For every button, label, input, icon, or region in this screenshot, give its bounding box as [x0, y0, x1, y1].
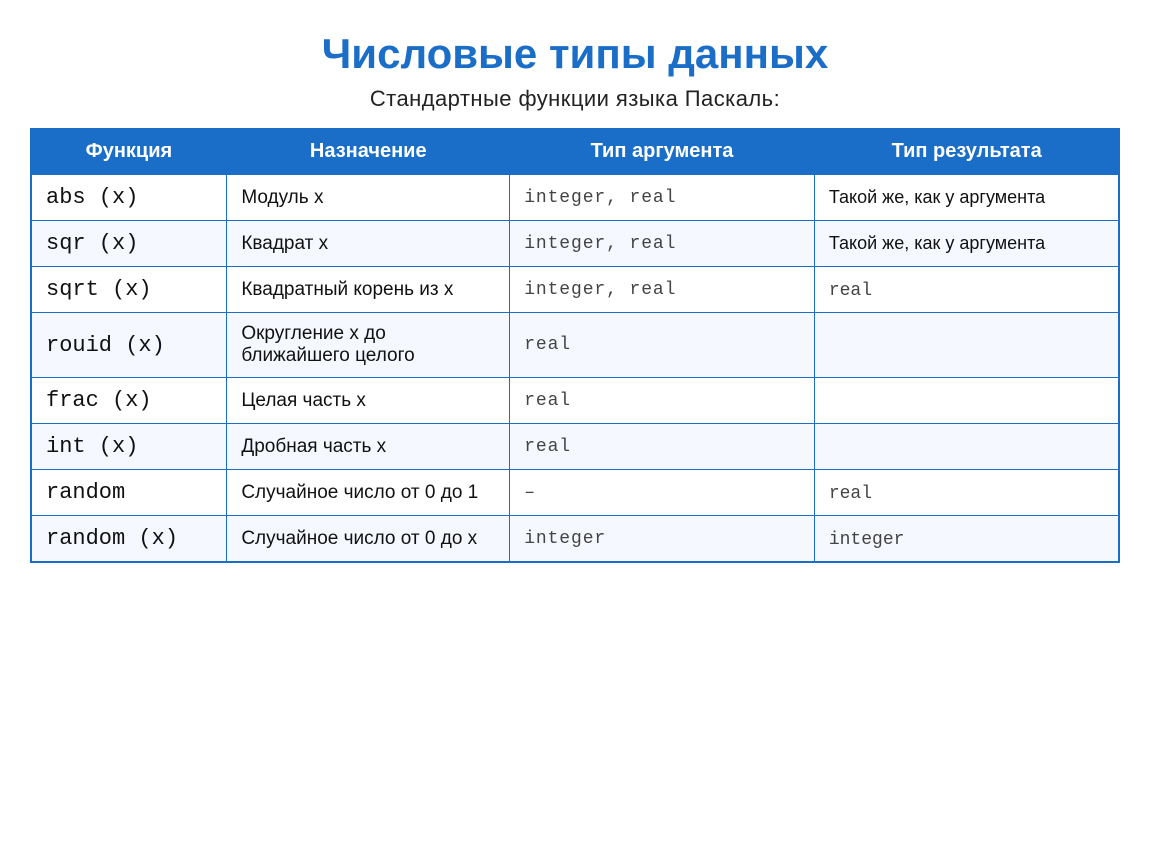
header-func: Функция — [31, 129, 227, 174]
cell-arg-type: real — [510, 313, 815, 378]
cell-func: random (x) — [31, 516, 227, 563]
cell-desc: Случайное число от 0 до 1 — [227, 470, 510, 516]
cell-res-type: Такой же, как у аргумента — [814, 221, 1119, 267]
header-desc: Назначение — [227, 129, 510, 174]
header-arg-type: Тип аргумента — [510, 129, 815, 174]
cell-arg-type: integer, real — [510, 221, 815, 267]
cell-arg-type: integer, real — [510, 267, 815, 313]
cell-res-type — [814, 424, 1119, 470]
cell-desc: Округление x до ближайшего целого — [227, 313, 510, 378]
page-title: Числовые типы данных — [30, 30, 1120, 78]
cell-res-type: integer — [814, 516, 1119, 563]
cell-func: rouid (x) — [31, 313, 227, 378]
table-row: abs (x)Модуль xinteger, realТакой же, ка… — [31, 174, 1119, 221]
cell-arg-type: real — [510, 424, 815, 470]
cell-arg-type: integer, real — [510, 174, 815, 221]
cell-func: sqrt (x) — [31, 267, 227, 313]
table-row: randomСлучайное число от 0 до 1–real — [31, 470, 1119, 516]
cell-func: random — [31, 470, 227, 516]
cell-arg-type: integer — [510, 516, 815, 563]
cell-res-type: Такой же, как у аргумента — [814, 174, 1119, 221]
cell-func: frac (x) — [31, 378, 227, 424]
cell-desc: Случайное число от 0 до x — [227, 516, 510, 563]
table-row: rouid (x)Округление x до ближайшего цело… — [31, 313, 1119, 378]
cell-res-type: real — [814, 470, 1119, 516]
cell-desc: Квадрат x — [227, 221, 510, 267]
cell-func: int (x) — [31, 424, 227, 470]
table-row: random (x)Случайное число от 0 до xinteg… — [31, 516, 1119, 563]
cell-desc: Модуль x — [227, 174, 510, 221]
table-row: int (x)Дробная часть xreal — [31, 424, 1119, 470]
cell-func: abs (x) — [31, 174, 227, 221]
table-row: frac (x)Целая часть xreal — [31, 378, 1119, 424]
cell-desc: Дробная часть x — [227, 424, 510, 470]
page-subtitle: Стандартные функции языка Паскаль: — [30, 86, 1120, 112]
cell-desc: Квадратный корень из x — [227, 267, 510, 313]
table-row: sqrt (x)Квадратный корень из xinteger, r… — [31, 267, 1119, 313]
cell-res-type — [814, 378, 1119, 424]
cell-res-type — [814, 313, 1119, 378]
cell-func: sqr (x) — [31, 221, 227, 267]
cell-arg-type: real — [510, 378, 815, 424]
header-res-type: Тип результата — [814, 129, 1119, 174]
main-table: Функция Назначение Тип аргумента Тип рез… — [30, 128, 1120, 563]
cell-res-type: real — [814, 267, 1119, 313]
cell-arg-type: – — [510, 470, 815, 516]
table-row: sqr (x)Квадрат xinteger, realТакой же, к… — [31, 221, 1119, 267]
cell-desc: Целая часть x — [227, 378, 510, 424]
